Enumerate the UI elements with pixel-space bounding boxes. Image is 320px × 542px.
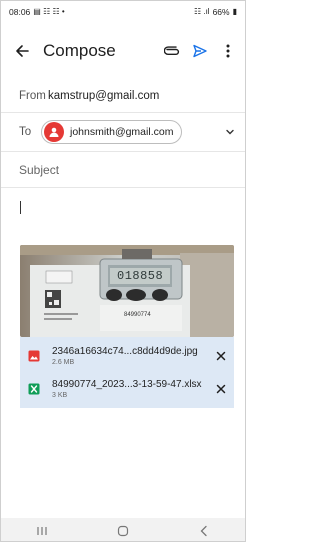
close-icon — [216, 351, 226, 361]
subject-field[interactable]: Subject — [1, 156, 245, 184]
attachment-size: 3 KB — [52, 392, 68, 399]
chevron-left-icon — [200, 525, 207, 536]
attachment-filename: 84990774_2023...3-13-59-47.xlsx — [52, 379, 202, 390]
image-icon — [20, 350, 48, 362]
person-icon — [49, 127, 59, 137]
attachment-size: 2.6 MB — [52, 359, 75, 366]
paperclip-icon — [164, 46, 180, 55]
status-time: 08:06 — [9, 7, 31, 17]
back-button[interactable] — [9, 38, 35, 64]
expand-recipients-button[interactable] — [223, 125, 237, 139]
meter-serial-text: 84990774 — [124, 312, 151, 318]
recipient-address: johnsmith@gmail.com — [70, 126, 174, 138]
body-text-cursor[interactable] — [20, 201, 21, 214]
sheets-icon — [20, 383, 48, 395]
meter-photo — [20, 245, 234, 337]
recents-icon — [37, 526, 47, 535]
more-options-button[interactable] — [217, 38, 239, 64]
attach-button[interactable] — [161, 38, 183, 64]
divider — [1, 112, 245, 113]
page-title: Compose — [43, 41, 116, 60]
system-nav-bar — [1, 518, 245, 541]
subject-placeholder: Subject — [19, 163, 60, 177]
from-address: kamstrup@gmail.com — [48, 90, 160, 102]
image-attachment-preview[interactable]: 018858 84990774 — [20, 245, 234, 337]
avatar — [44, 122, 64, 142]
divider — [1, 151, 245, 152]
from-row[interactable]: From kamstrup@gmail.com — [1, 81, 245, 111]
back-nav-button[interactable] — [189, 521, 219, 541]
recents-button[interactable] — [27, 521, 57, 541]
close-icon — [216, 384, 226, 394]
arrow-back-icon — [16, 45, 29, 57]
battery-level: 66% — [212, 7, 230, 17]
notification-icons: ▤ ☷ ☷ • — [33, 7, 65, 16]
remove-attachment-button[interactable] — [208, 384, 234, 394]
battery-icon: ▮ — [232, 7, 237, 16]
meter-display-text: 018858 — [117, 269, 164, 283]
app-bar: Compose — [1, 29, 245, 73]
attachment-filename: 2346a16634c74...c8dd4d9de.jpg — [52, 346, 198, 357]
to-row[interactable]: To johnsmith@gmail.com — [1, 115, 245, 149]
recipient-chip[interactable]: johnsmith@gmail.com — [41, 120, 183, 144]
signal-icon: ☷ .ıl — [193, 7, 210, 16]
send-icon — [193, 44, 207, 58]
from-label: From — [19, 90, 46, 102]
remove-attachment-button[interactable] — [208, 351, 234, 361]
to-label: To — [19, 126, 32, 138]
attachment-item[interactable]: 84990774_2023...3-13-59-47.xlsx 3 KB — [20, 370, 234, 408]
status-bar: 08:06 ▤ ☷ ☷ • ☷ .ıl 66% ▮ — [1, 1, 245, 23]
divider — [1, 187, 245, 188]
chevron-down-icon — [226, 129, 234, 135]
more-vert-icon — [226, 44, 230, 58]
home-icon — [117, 525, 129, 536]
home-button[interactable] — [108, 521, 138, 541]
phone-screen: 08:06 ▤ ☷ ☷ • ☷ .ıl 66% ▮ Compose From k… — [0, 0, 246, 542]
send-button[interactable] — [189, 38, 211, 64]
